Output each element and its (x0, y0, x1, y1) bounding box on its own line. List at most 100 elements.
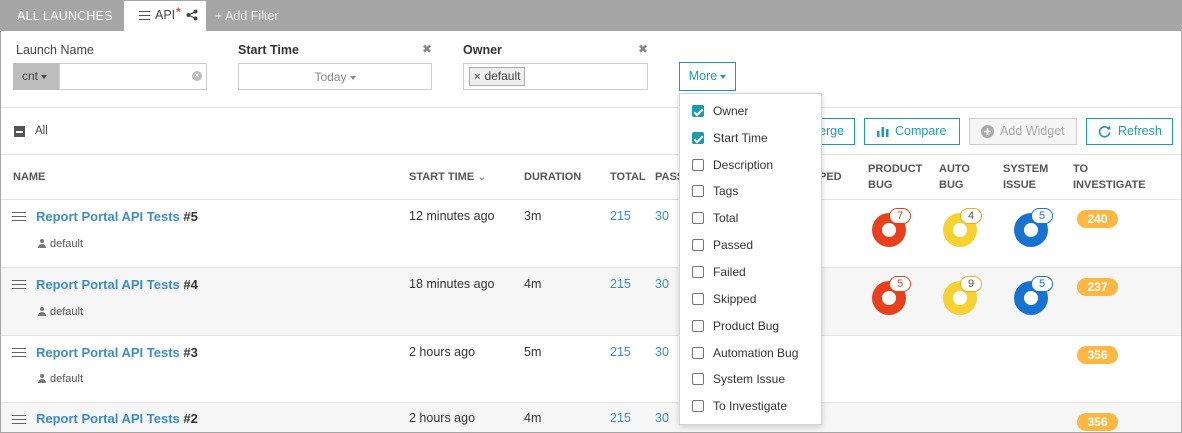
header-start-time-label: START TIME (409, 171, 475, 183)
header-to-investigate[interactable]: TO INVESTIGATE (1073, 161, 1146, 193)
launch-owner-name: default (50, 373, 84, 385)
header-start-time[interactable]: START TIME ⌄ (409, 169, 486, 185)
more-item-automation-bug[interactable]: Automation Bug (680, 341, 821, 368)
launch-passed[interactable]: 30 (655, 209, 669, 223)
more-item-system-issue[interactable]: System Issue (680, 367, 821, 394)
launch-duration: 5m (524, 345, 542, 359)
more-item-description[interactable]: Description (680, 153, 821, 180)
launch-owner-name: default (50, 238, 84, 250)
header-product-bug[interactable]: PRODUCT BUG (868, 161, 922, 193)
product-bug-donut[interactable]: 5 (872, 276, 911, 315)
auto-bug-count: 9 (960, 276, 982, 292)
launch-passed[interactable]: 30 (655, 411, 669, 425)
owner-tag-label: default (484, 69, 521, 83)
refresh-icon (1098, 125, 1111, 138)
compare-button[interactable]: Compare (864, 118, 960, 145)
chevron-down-icon (41, 74, 48, 79)
system-issue-donut[interactable]: 5 (1014, 208, 1053, 247)
refresh-button[interactable]: Refresh (1086, 118, 1173, 145)
remove-start-time-icon[interactable]: ✖ (422, 43, 432, 55)
more-label: More (688, 69, 718, 83)
more-item-label: Passed (713, 238, 754, 252)
launch-name-link[interactable]: Report Portal API Tests #4 (36, 277, 198, 292)
condition-dropdown[interactable]: cnt (13, 63, 59, 90)
launch-total[interactable]: 215 (610, 345, 631, 359)
launch-name-input[interactable]: × (59, 63, 207, 90)
header-total[interactable]: TOTAL (610, 169, 646, 185)
header-duration[interactable]: DURATION (524, 169, 581, 185)
launch-passed[interactable]: 30 (655, 345, 669, 359)
checkbox[interactable] (692, 266, 704, 278)
owner-input[interactable]: × default (463, 63, 648, 90)
auto-bug-donut[interactable]: 4 (943, 208, 982, 247)
more-item-tags[interactable]: Tags (680, 179, 821, 206)
launch-total[interactable]: 215 (610, 411, 631, 425)
launch-total[interactable]: 215 (610, 209, 631, 223)
launch-name-link[interactable]: Report Portal API Tests #3 (36, 345, 198, 360)
row-menu-icon[interactable] (12, 212, 26, 221)
system-issue-donut[interactable]: 5 (1014, 276, 1053, 315)
more-item-label: Owner (713, 104, 749, 118)
launch-name-text: Report Portal API Tests (36, 277, 180, 292)
add-filter-button[interactable]: + Add Filter (215, 9, 279, 23)
header-system-issue[interactable]: SYSTEM ISSUE (1003, 161, 1048, 193)
checkbox[interactable] (692, 347, 704, 359)
add-widget-button[interactable]: Add Widget (969, 118, 1077, 145)
checkbox[interactable] (692, 373, 704, 385)
unsaved-marker: * (176, 5, 181, 19)
more-item-skipped[interactable]: Skipped (680, 287, 821, 314)
to-investigate-badge[interactable]: 237 (1077, 278, 1118, 296)
row-menu-icon[interactable] (12, 415, 26, 424)
to-investigate-badge[interactable]: 240 (1077, 210, 1118, 228)
tab-api-filter[interactable]: API * (124, 1, 206, 31)
merge-label: erge (819, 124, 845, 138)
checkbox[interactable] (692, 400, 704, 412)
checkbox[interactable] (692, 132, 704, 144)
select-all-checkbox[interactable] (14, 126, 25, 137)
more-item-to-investigate[interactable]: To Investigate (680, 394, 821, 421)
chevron-down-icon (349, 75, 356, 80)
more-item-passed[interactable]: Passed (680, 233, 821, 260)
table-row: Report Portal API Tests #2 2 hours ago 4… (1, 402, 1181, 432)
checkbox[interactable] (692, 293, 704, 305)
share-icon[interactable] (186, 9, 198, 21)
launch-name-link[interactable]: Report Portal API Tests #2 (36, 411, 198, 426)
launch-total[interactable]: 215 (610, 277, 631, 291)
product-bug-donut[interactable]: 7 (872, 208, 911, 247)
auto-bug-donut[interactable]: 9 (943, 276, 982, 315)
more-button[interactable]: More (679, 62, 736, 91)
checkbox[interactable] (692, 185, 704, 197)
checkbox[interactable] (692, 320, 704, 332)
owner-label: Owner (463, 43, 502, 57)
launch-duration: 4m (524, 277, 542, 291)
to-investigate-badge[interactable]: 356 (1077, 346, 1118, 364)
header-auto-bug[interactable]: AUTO BUG (939, 161, 970, 193)
filter-tab-bar: ALL LAUNCHES API * + Add Filter (1, 1, 1181, 31)
remove-tag-icon[interactable]: × (474, 71, 480, 83)
checkbox[interactable] (692, 159, 704, 171)
more-item-total[interactable]: Total (680, 206, 821, 233)
launch-owner: default (38, 373, 83, 385)
checkbox[interactable] (692, 239, 704, 251)
row-menu-icon[interactable] (12, 348, 26, 357)
launch-passed[interactable]: 30 (655, 277, 669, 291)
launch-name-link[interactable]: Report Portal API Tests #5 (36, 209, 198, 224)
more-item-product-bug[interactable]: Product Bug (680, 314, 821, 341)
more-item-owner[interactable]: Owner (680, 99, 821, 126)
remove-owner-icon[interactable]: ✖ (638, 43, 648, 55)
checkbox[interactable] (692, 212, 704, 224)
header-name[interactable]: NAME (13, 169, 45, 185)
more-item-failed[interactable]: Failed (680, 260, 821, 287)
more-item-label: To Investigate (713, 399, 788, 413)
system-issue-count: 5 (1031, 276, 1053, 292)
start-time-dropdown[interactable]: Today (238, 63, 432, 90)
header-to-investigate-line2: INVESTIGATE (1073, 179, 1146, 191)
tab-all-launches[interactable]: ALL LAUNCHES (1, 1, 123, 31)
more-item-start-time[interactable]: Start Time (680, 126, 821, 153)
checkbox[interactable] (692, 105, 704, 117)
owner-tag: × default (469, 67, 526, 86)
to-investigate-badge[interactable]: 356 (1077, 413, 1118, 431)
row-menu-icon[interactable] (12, 280, 26, 289)
clear-input-icon[interactable]: × (192, 71, 202, 81)
header-skipped[interactable]: PED (819, 169, 842, 185)
